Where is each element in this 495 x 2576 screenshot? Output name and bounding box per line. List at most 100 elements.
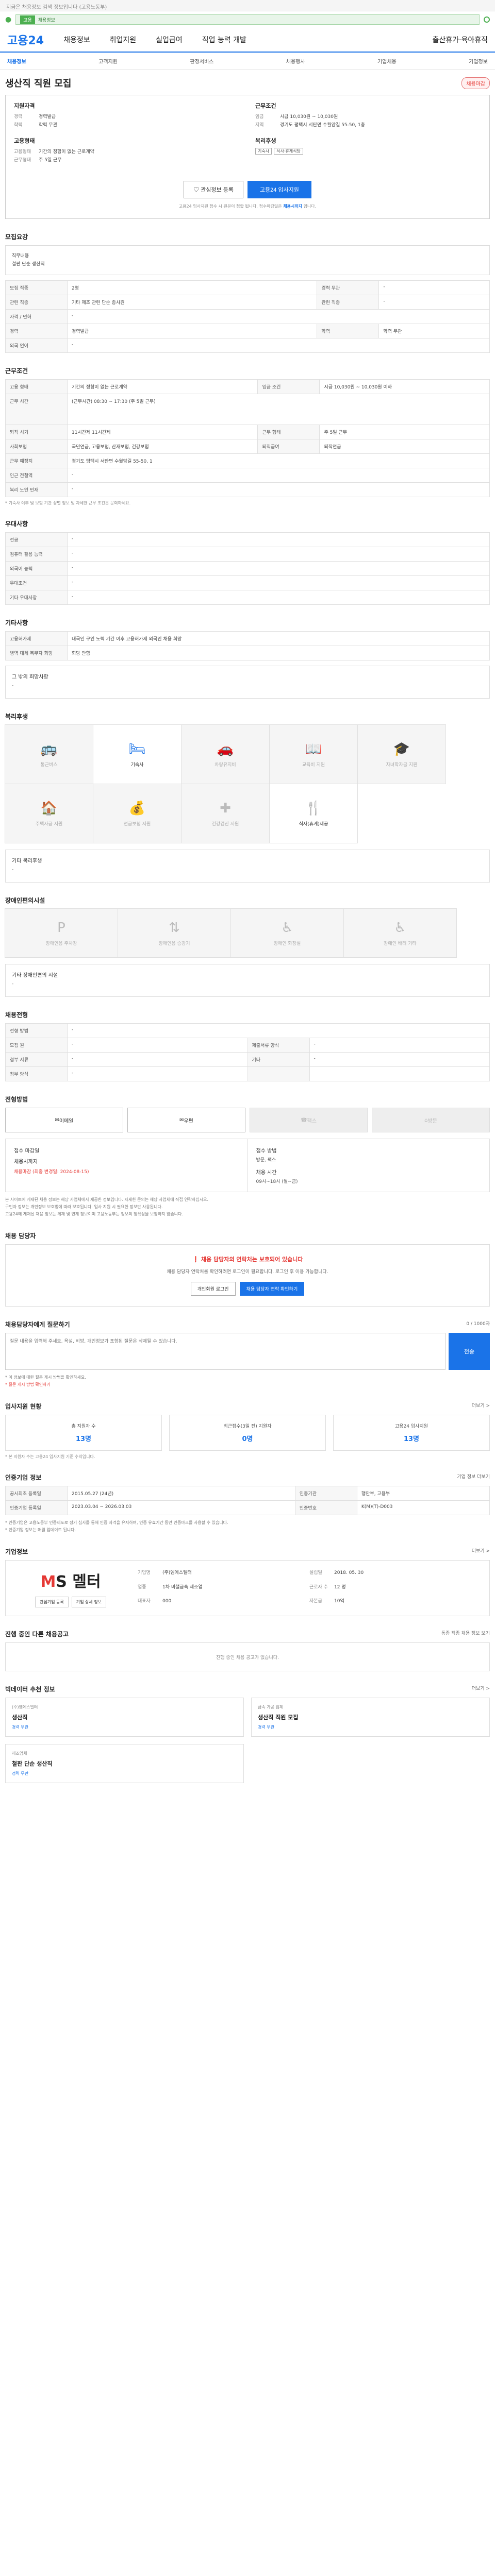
local-nav: 채용정보 고객지원 판정서비스 채용행사 기업채용 기업정보 xyxy=(0,53,495,70)
stat-value: 0명 xyxy=(242,1435,253,1443)
nav-vocational-training[interactable]: 직업 능력 개발 xyxy=(202,35,246,45)
cell: 모집 원 xyxy=(5,1038,68,1053)
section-title: 채용전형 xyxy=(5,1011,28,1019)
label: 고용형태 xyxy=(14,149,31,155)
benefit-meal: 🍴 식사(휴게)제공 xyxy=(269,784,358,843)
lnb-item-1[interactable]: 고객지원 xyxy=(98,57,118,65)
value: 경력발급 xyxy=(39,114,56,120)
elevator-icon: ⇅ xyxy=(169,920,180,936)
cell: 인증기관 xyxy=(294,1486,357,1501)
reco-card[interactable]: 제조업체 철판 단순 생산직 경력 무관 xyxy=(5,1744,244,1783)
nav-employment-support[interactable]: 취업지원 xyxy=(110,35,137,45)
deadline-note: 고용24 입사지원 접수 시 원본이 접합 됩니다. 접수마감일은 채용시까지 … xyxy=(14,204,481,209)
section-title: 우대사항 xyxy=(5,520,28,528)
apply-email-button[interactable]: ✉ 이메일 xyxy=(5,1108,123,1132)
nav-parental-leave[interactable]: 출산휴가·육아휴직 xyxy=(433,35,488,45)
stat-card: 고용24 입사지원 13명 xyxy=(333,1415,490,1451)
cert-note: * 인증기업 정보는 매월 업데이트 됩니다. xyxy=(5,1528,76,1532)
heart-icon: ♡ xyxy=(193,187,201,193)
section-company: 기업정보 더보기 > MS 멜터 관심기업 등록 기업 상세 정보 기업명 (주)엠… xyxy=(5,1547,490,1616)
question-input[interactable] xyxy=(5,1333,446,1370)
benefit-etc-value: - xyxy=(12,867,14,872)
reco-card[interactable]: 금속 가공 업체 생산직 직원 모집 경력 무관 xyxy=(251,1698,490,1737)
cell: 외국어 능력 xyxy=(5,561,68,576)
health-icon: ✚ xyxy=(220,800,231,816)
lnb-item-0[interactable]: 채용정보 xyxy=(7,57,26,65)
save-interest-button[interactable]: ♡ 관심정보 등록 xyxy=(184,181,243,198)
value: (주)엠에스멜터 xyxy=(162,1570,192,1575)
benefit-pension: 💰 연금보험 지원 xyxy=(93,784,182,843)
cell: - xyxy=(378,295,490,310)
benefit-label: 교육비 지원 xyxy=(302,762,325,768)
lnb-item-5[interactable]: 기업정보 xyxy=(469,57,488,65)
facility-parking: P 장애인용 주차장 xyxy=(5,908,118,958)
other-jobs-more-link[interactable]: 동종 직종 채용 정보 보기 xyxy=(441,1630,490,1638)
search-icon[interactable] xyxy=(484,16,490,23)
cell: 전공 xyxy=(5,532,68,547)
parking-icon: P xyxy=(57,920,65,936)
cell: 공시최초 등록일 xyxy=(5,1486,68,1501)
company-logo: MS 멜터 xyxy=(40,1569,101,1591)
pref-table: 전공 - 컴퓨터 활용 능력 - 외국어 능력 - 우대조건 - 기타 우대사항 - xyxy=(5,532,490,605)
section-title: 진행 중인 다른 채용공고 xyxy=(5,1631,69,1638)
send-button[interactable]: 전송 xyxy=(449,1333,490,1370)
company-detail-button[interactable]: 기업 상세 정보 xyxy=(71,1597,106,1607)
follow-company-button[interactable]: 관심기업 등록 xyxy=(35,1597,69,1607)
cell: - xyxy=(67,590,490,605)
apply-button[interactable]: 고용24 입사지원 xyxy=(247,181,311,198)
brand-logo[interactable]: 고용24 xyxy=(7,31,44,48)
lnb-item-3[interactable]: 채용행사 xyxy=(286,57,305,65)
search-box[interactable]: 고용 xyxy=(15,14,480,25)
corp-more-link[interactable]: 기업 정보 더보기 xyxy=(457,1473,490,1482)
alert-icon: ❗ xyxy=(192,1256,202,1263)
cell: 근무 예정지 xyxy=(5,453,68,468)
section-ask: 채용담당자에게 질문하기 0 / 1000자 전송 * 이 정보에 대한 질문 게… xyxy=(5,1320,490,1388)
apply-post-button[interactable]: ✉ 우편 xyxy=(127,1108,245,1132)
stats-more-link[interactable]: 더보기 > xyxy=(472,1402,490,1411)
reco-title: 철판 단순 생산직 xyxy=(12,1760,53,1767)
cell: - xyxy=(67,468,490,483)
label: 임금 xyxy=(255,114,264,120)
cell xyxy=(309,1066,490,1081)
fax-icon: ☎ xyxy=(301,1117,307,1123)
section-title: 빅데이터 추천 정보 xyxy=(5,1686,55,1693)
label: 업종 xyxy=(138,1584,146,1590)
reco-company: (주)엠에스멜터 xyxy=(12,1705,38,1709)
nav-unemployment-benefit[interactable]: 실업급여 xyxy=(156,35,183,45)
apply-method-label: 이메일 xyxy=(59,1118,74,1124)
reco-title: 생산직 xyxy=(12,1714,28,1721)
company-more-link[interactable]: 더보기 > xyxy=(472,1547,490,1556)
envelope-icon: ✉ xyxy=(179,1117,184,1123)
reco-card[interactable]: (주)엠에스멜터 생산직 경력 무관 xyxy=(5,1698,244,1737)
stat-card: 총 지원자 수 13명 xyxy=(5,1415,162,1451)
ask-note-link[interactable]: * 질문 게시 방법 확인하기 xyxy=(5,1381,490,1388)
section-title: 근무조건 xyxy=(5,367,28,375)
lnb-item-4[interactable]: 기업채용 xyxy=(377,57,397,65)
summary-welfare-heading: 복리후생 xyxy=(255,138,276,144)
cell: 임금 조건 xyxy=(257,379,320,394)
reco-title: 생산직 직원 모집 xyxy=(258,1714,299,1721)
login-button[interactable]: 개인회원 로그인 xyxy=(190,1282,236,1296)
cell: 기간의 정함이 없는 근로계약 xyxy=(67,379,258,394)
label: 설립일 xyxy=(309,1570,322,1575)
portal-logo[interactable]: ● xyxy=(5,15,11,24)
cell: - xyxy=(67,1052,248,1067)
reco-more-link[interactable]: 더보기 > xyxy=(472,1685,490,1693)
stat-label: 최근접수(3일 전) 지원자 xyxy=(223,1424,272,1429)
nav-job-info[interactable]: 채용정보 xyxy=(63,35,90,45)
search-input[interactable] xyxy=(38,17,475,22)
cell: 고용 형태 xyxy=(5,379,68,394)
lnb-item-2[interactable]: 판정서비스 xyxy=(190,57,213,65)
search-scope-badge[interactable]: 고용 xyxy=(20,15,35,24)
top-notice: 지금은 채용정보 검색 정보입니다 (고용노동부) xyxy=(0,0,495,11)
section-title: 전형방법 xyxy=(5,1096,28,1103)
cell: 제출서류 양식 xyxy=(247,1038,310,1053)
way-heading: 접수 방법 xyxy=(256,1148,277,1154)
etc-note-heading: 그 밖의 희망사항 xyxy=(12,674,48,680)
cell: 사회보험 xyxy=(5,439,68,454)
cell: - xyxy=(309,1038,490,1053)
contact-check-button[interactable]: 채용 담당자 연락 확인하기 xyxy=(239,1282,305,1296)
cell: 전형 방법 xyxy=(5,1023,68,1038)
label: 대표자 xyxy=(138,1599,151,1604)
cell: 퇴직연금 xyxy=(319,439,490,454)
